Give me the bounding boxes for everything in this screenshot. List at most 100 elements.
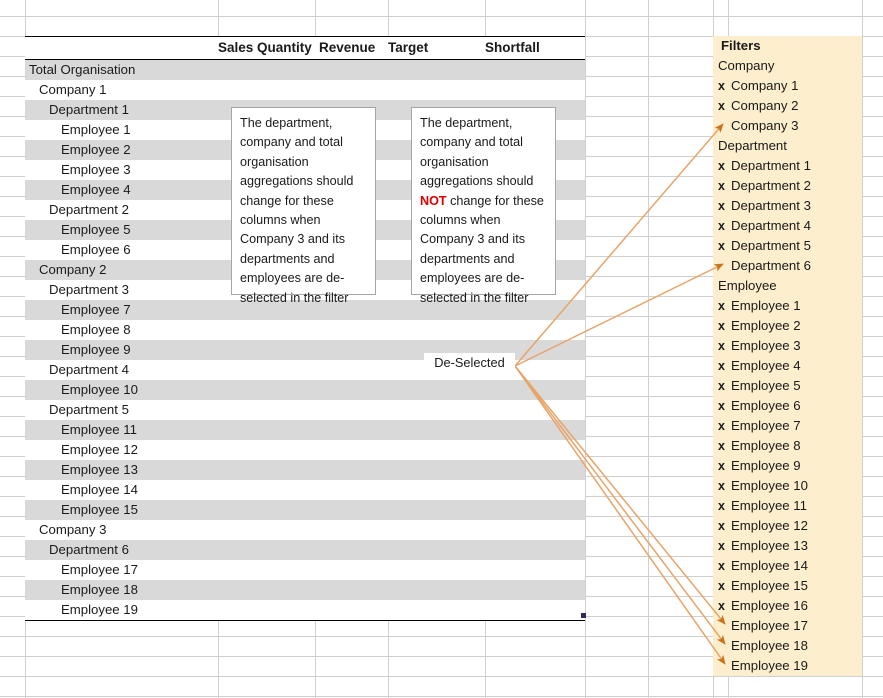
check-x-icon[interactable]: x: [718, 156, 731, 176]
grid-column-line-6: [648, 0, 649, 698]
check-x-icon[interactable]: x: [718, 396, 731, 416]
table-row[interactable]: Employee 13: [25, 460, 585, 480]
filter-item-label: Department 5: [731, 238, 811, 253]
check-x-icon[interactable]: x: [718, 516, 731, 536]
check-x-icon[interactable]: x: [718, 496, 731, 516]
callout-non-changing-columns: The department, company and total organi…: [411, 107, 556, 305]
selection-corner-handle[interactable]: [581, 613, 586, 618]
table-row[interactable]: Employee 12: [25, 440, 585, 460]
filter-item[interactable]: x Department 1: [713, 156, 862, 176]
filter-item[interactable]: x Employee 13: [713, 536, 862, 556]
filter-item-label: Employee 14: [731, 558, 808, 573]
table-row[interactable]: Employee 15: [25, 500, 585, 520]
check-x-icon[interactable]: x: [718, 216, 731, 236]
check-x-icon[interactable]: x: [718, 436, 731, 456]
check-x-icon[interactable]: x: [718, 476, 731, 496]
table-row[interactable]: Employee 11: [25, 420, 585, 440]
check-x-icon[interactable]: x: [718, 596, 731, 616]
table-row[interactable]: Employee 8: [25, 320, 585, 340]
filter-item[interactable]: x Employee 2: [713, 316, 862, 336]
filter-item[interactable]: x Employee 8: [713, 436, 862, 456]
table-row[interactable]: Company 3: [25, 520, 585, 540]
row-label: Employee 10: [61, 382, 138, 397]
check-x-icon[interactable]: x: [718, 176, 731, 196]
grid-row-line: [0, 676, 883, 677]
check-x-icon[interactable]: x: [718, 536, 731, 556]
table-row[interactable]: Employee 14: [25, 480, 585, 500]
check-x-icon[interactable]: x: [718, 236, 731, 256]
filter-group-company: Company: [718, 58, 775, 73]
filter-item[interactable]: Department 6: [713, 256, 862, 276]
report-header-row: Sales Quantity Revenue Target Shortfall: [25, 36, 585, 60]
filter-item-label: Department 2: [731, 178, 811, 193]
filters-title: Filters: [721, 38, 761, 53]
grid-row-line: [0, 696, 883, 697]
filter-item-label: Employee 3: [731, 338, 801, 353]
check-x-icon[interactable]: x: [718, 336, 731, 356]
filter-item[interactable]: x Department 5: [713, 236, 862, 256]
filter-item-label: Employee 19: [731, 658, 808, 673]
row-label: Employee 8: [61, 322, 131, 337]
filter-item[interactable]: x Employee 12: [713, 516, 862, 536]
filter-item[interactable]: x Employee 5: [713, 376, 862, 396]
filter-item-label: Employee 2: [731, 318, 801, 333]
filter-group-employee: Employee: [718, 278, 777, 293]
check-x-icon[interactable]: x: [718, 576, 731, 596]
filter-item[interactable]: Employee 19: [713, 656, 862, 676]
filter-item[interactable]: x Employee 9: [713, 456, 862, 476]
filter-item-label: Employee 6: [731, 398, 801, 413]
table-row[interactable]: Company 1: [25, 80, 585, 100]
filter-item[interactable]: x Employee 1: [713, 296, 862, 316]
filter-item[interactable]: x Department 3: [713, 196, 862, 216]
check-x-icon[interactable]: x: [718, 416, 731, 436]
check-x-icon[interactable]: x: [718, 456, 731, 476]
filter-item[interactable]: x Department 2: [713, 176, 862, 196]
check-x-icon[interactable]: x: [718, 376, 731, 396]
filter-item[interactable]: x Employee 16: [713, 596, 862, 616]
table-row[interactable]: Total Organisation: [25, 60, 585, 80]
row-label: Employee 11: [61, 422, 137, 437]
table-row[interactable]: Department 6: [25, 540, 585, 560]
filter-item[interactable]: Company 3: [713, 116, 862, 136]
check-x-icon[interactable]: x: [718, 196, 731, 216]
filter-item[interactable]: x Employee 6: [713, 396, 862, 416]
filter-item-label: Employee 13: [731, 538, 808, 553]
filter-item-label: Company 1: [731, 78, 799, 93]
grid-row-line: [0, 16, 883, 17]
table-row[interactable]: Employee 18: [25, 580, 585, 600]
table-row[interactable]: Employee 10: [25, 380, 585, 400]
check-x-icon[interactable]: x: [718, 96, 731, 116]
table-row[interactable]: Department 5: [25, 400, 585, 420]
filter-item[interactable]: x Employee 11: [713, 496, 862, 516]
filter-item-label: Department 1: [731, 158, 811, 173]
filter-item[interactable]: x Company 2: [713, 96, 862, 116]
row-label: Company 1: [39, 82, 107, 97]
check-x-icon[interactable]: x: [718, 316, 731, 336]
filter-item[interactable]: x Employee 7: [713, 416, 862, 436]
filter-item[interactable]: Employee 18: [713, 636, 862, 656]
filter-item-label: Employee 15: [731, 578, 808, 593]
filter-item[interactable]: x Department 4: [713, 216, 862, 236]
filter-item-label: Employee 16: [731, 598, 808, 613]
table-row[interactable]: Employee 19: [25, 600, 585, 620]
table-row[interactable]: Employee 17: [25, 560, 585, 580]
row-label: Employee 14: [61, 482, 138, 497]
check-x-icon[interactable]: x: [718, 296, 731, 316]
filter-item-label: Employee 5: [731, 378, 801, 393]
filter-item[interactable]: Employee 17: [713, 616, 862, 636]
check-x-icon[interactable]: x: [718, 356, 731, 376]
check-x-icon[interactable]: x: [718, 76, 731, 96]
row-label: Department 6: [49, 542, 129, 557]
filter-item[interactable]: x Employee 15: [713, 576, 862, 596]
filter-item[interactable]: x Company 1: [713, 76, 862, 96]
filter-item[interactable]: x Employee 10: [713, 476, 862, 496]
filter-item[interactable]: x Employee 14: [713, 556, 862, 576]
deselected-label: De-Selected: [424, 353, 515, 374]
filter-item[interactable]: x Employee 3: [713, 336, 862, 356]
row-label: Department 5: [49, 402, 129, 417]
filter-item[interactable]: x Employee 4: [713, 356, 862, 376]
filter-item-label: Employee 12: [731, 518, 808, 533]
filter-item-label: Employee 1: [731, 298, 801, 313]
report-bottom-border: [25, 620, 585, 621]
check-x-icon[interactable]: x: [718, 556, 731, 576]
